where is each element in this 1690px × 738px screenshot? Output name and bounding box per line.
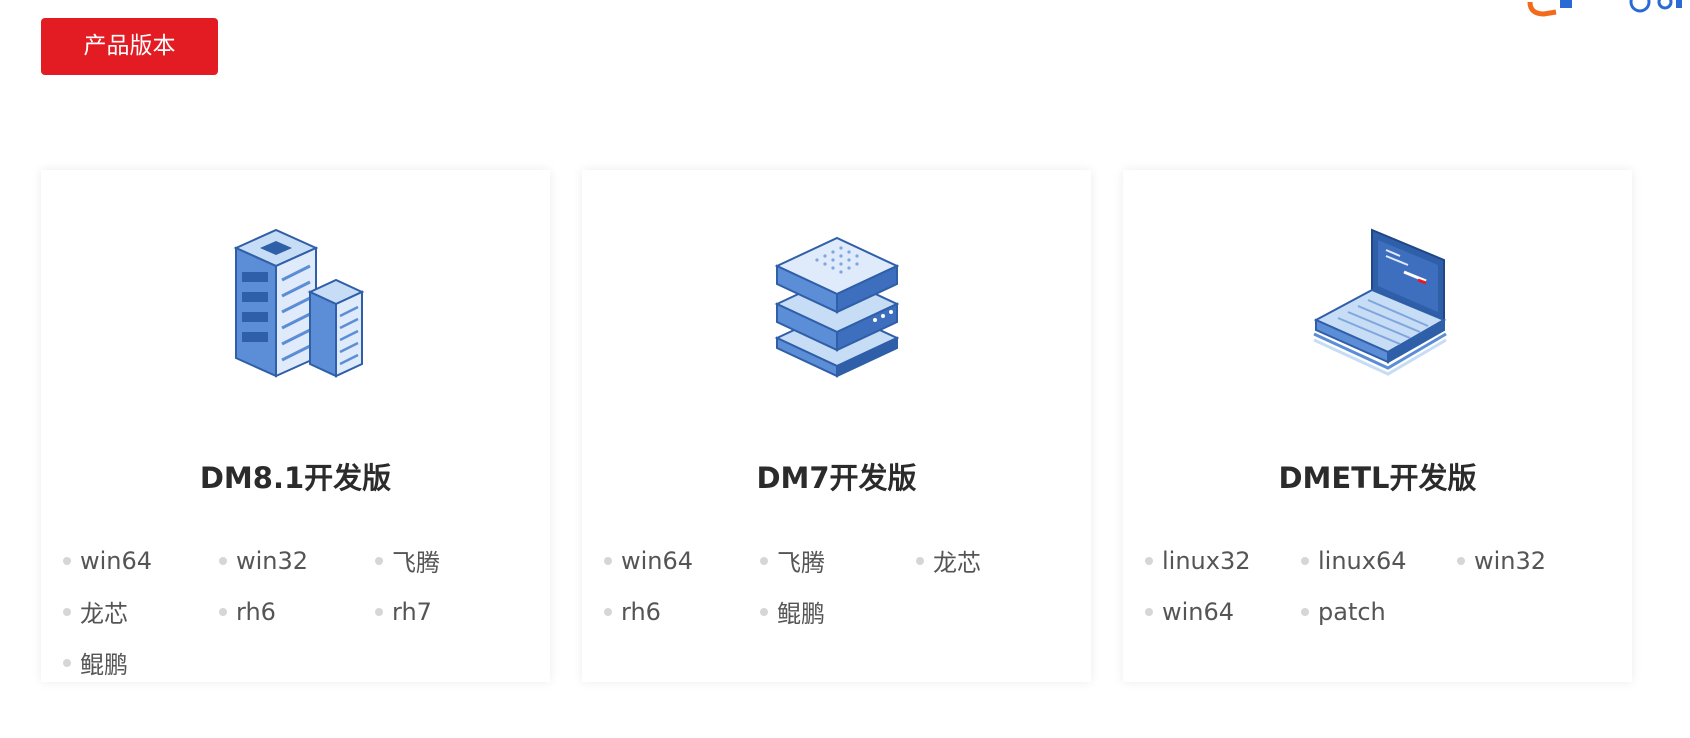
download-link-list: win64 飞腾 龙芯 rh6 鲲鹏	[604, 535, 1074, 637]
link-label: 飞腾	[777, 549, 825, 577]
bullet-icon	[219, 607, 227, 616]
product-version-button[interactable]: 产品版本	[41, 18, 218, 75]
bullet-icon	[1457, 556, 1465, 565]
download-link-list: linux32 linux64 win32 win64 patch	[1145, 535, 1615, 637]
product-card-dmetl: DMETL开发版 linux32 linux64 win32 win64 pat…	[1123, 170, 1632, 682]
download-link-kunpeng[interactable]: 鲲鹏	[63, 637, 219, 688]
link-label: linux32	[1162, 546, 1251, 575]
link-label: 龙芯	[933, 549, 981, 577]
floating-toolbar-icon[interactable]	[1500, 0, 1690, 20]
download-link-win64[interactable]: win64	[63, 535, 219, 586]
server-building-icon	[233, 228, 364, 378]
bullet-icon	[63, 607, 71, 616]
download-link-rh7[interactable]: rh7	[375, 586, 531, 637]
download-link-linux64[interactable]: linux64	[1301, 535, 1457, 586]
download-link-patch[interactable]: patch	[1301, 586, 1457, 637]
download-link-rh6[interactable]: rh6	[604, 586, 760, 637]
product-title[interactable]: DMETL开发版	[1123, 455, 1632, 497]
download-link-win64[interactable]: win64	[1145, 586, 1301, 637]
bullet-icon	[375, 556, 383, 565]
link-label: rh6	[236, 597, 276, 626]
download-link-loongson[interactable]: 龙芯	[63, 586, 219, 637]
link-label: linux64	[1318, 546, 1407, 575]
bullet-icon	[1145, 607, 1153, 616]
bullet-icon	[604, 556, 612, 565]
product-title[interactable]: DM7开发版	[582, 455, 1091, 497]
link-label: 鲲鹏	[777, 600, 825, 628]
bullet-icon	[604, 607, 612, 616]
download-link-win32[interactable]: win32	[219, 535, 375, 586]
bullet-icon	[375, 607, 383, 616]
link-label: 鲲鹏	[80, 651, 128, 679]
product-cards: DM8.1开发版 win64 win32 飞腾 龙芯 rh6 rh7 鲲鹏 DM…	[41, 170, 1633, 682]
download-link-loongson[interactable]: 龙芯	[916, 535, 1072, 586]
laptop-icon	[1312, 228, 1447, 376]
server-stack-icon	[774, 236, 899, 378]
link-label: win64	[1162, 597, 1235, 626]
link-label: 飞腾	[392, 549, 440, 577]
product-card-dm81: DM8.1开发版 win64 win32 飞腾 龙芯 rh6 rh7 鲲鹏	[41, 170, 550, 682]
product-card-dm7: DM7开发版 win64 飞腾 龙芯 rh6 鲲鹏	[582, 170, 1091, 682]
link-label: rh7	[392, 597, 432, 626]
link-label: win64	[621, 546, 694, 575]
bullet-icon	[219, 556, 227, 565]
link-label: rh6	[621, 597, 661, 626]
bullet-icon	[1301, 556, 1309, 565]
link-label: win32	[1474, 546, 1547, 575]
download-link-linux32[interactable]: linux32	[1145, 535, 1301, 586]
bullet-icon	[760, 607, 768, 616]
bullet-icon	[63, 658, 71, 667]
download-link-feiteng[interactable]: 飞腾	[760, 535, 916, 586]
bullet-icon	[1301, 607, 1309, 616]
download-link-rh6[interactable]: rh6	[219, 586, 375, 637]
download-link-kunpeng[interactable]: 鲲鹏	[760, 586, 916, 637]
bullet-icon	[1145, 556, 1153, 565]
link-label: win64	[80, 546, 153, 575]
link-label: win32	[236, 546, 309, 575]
download-link-win64[interactable]: win64	[604, 535, 760, 586]
product-title[interactable]: DM8.1开发版	[41, 455, 550, 497]
download-link-win32[interactable]: win32	[1457, 535, 1613, 586]
download-link-feiteng[interactable]: 飞腾	[375, 535, 531, 586]
download-link-list: win64 win32 飞腾 龙芯 rh6 rh7 鲲鹏	[63, 535, 533, 688]
bullet-icon	[916, 556, 924, 565]
link-label: patch	[1318, 597, 1386, 626]
bullet-icon	[760, 556, 768, 565]
bullet-icon	[63, 556, 71, 565]
link-label: 龙芯	[80, 600, 128, 628]
